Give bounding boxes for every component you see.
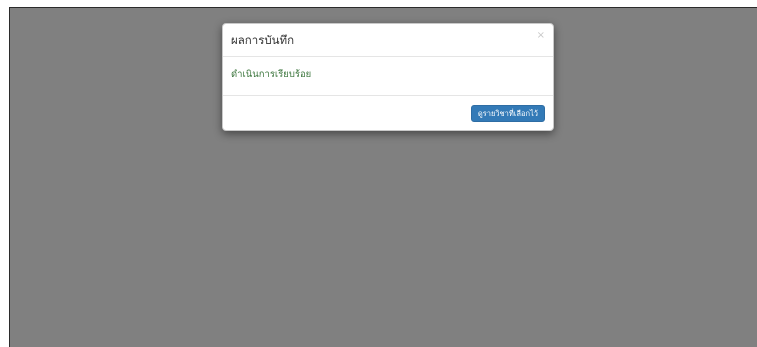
result-dialog: ผลการบันทึก × ดำเนินการเรียบร้อย ดูรายวิ… (222, 23, 554, 131)
dialog-header: ผลการบันทึก × (223, 24, 553, 57)
view-selected-courses-button[interactable]: ดูรายวิชาที่เลือกไว้ (470, 105, 545, 122)
dialog-title: ผลการบันทึก (231, 33, 295, 47)
success-message: ดำเนินการเรียบร้อย (231, 69, 312, 80)
dialog-body: ดำเนินการเรียบร้อย (223, 57, 553, 96)
close-icon[interactable]: × (537, 30, 545, 42)
dialog-footer: ดูรายวิชาที่เลือกไว้ (223, 96, 553, 130)
page: ผลการบันทึก × ดำเนินการเรียบร้อย ดูรายวิ… (0, 0, 757, 347)
